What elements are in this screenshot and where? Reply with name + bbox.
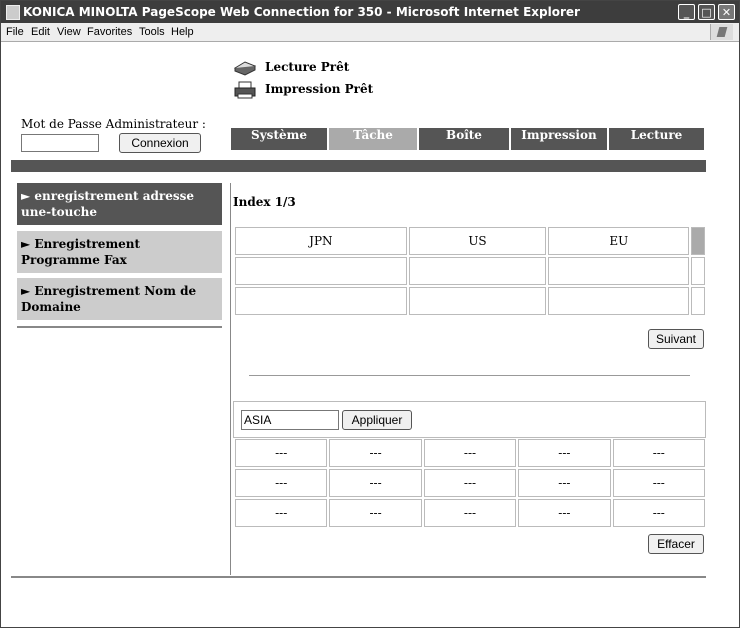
next-button[interactable]: Suivant xyxy=(648,329,704,349)
entry-cell[interactable]: --- xyxy=(612,469,705,497)
scanner-icon xyxy=(233,61,257,76)
menu-tools[interactable]: Tools xyxy=(139,26,165,38)
region-cell[interactable] xyxy=(235,287,407,315)
entry-cell[interactable]: --- xyxy=(423,439,517,467)
printer-icon xyxy=(234,81,256,99)
clear-button[interactable]: Effacer xyxy=(648,534,704,554)
entry-cell[interactable]: --- xyxy=(518,499,611,527)
windows-logo-icon xyxy=(710,24,733,40)
sidebar-underline xyxy=(17,326,222,328)
menu-help[interactable]: Help xyxy=(171,26,194,38)
menu-favorites[interactable]: Favorites xyxy=(87,26,132,38)
content-divider xyxy=(230,183,231,575)
section-separator xyxy=(249,375,690,376)
window-title: KONICA MINOLTA PageScope Web Connection … xyxy=(23,5,580,19)
sidebar-item-one-touch[interactable]: ► enregistrement adresse une-touche xyxy=(17,183,222,225)
region-cell-selected[interactable] xyxy=(691,227,705,255)
index-label: Index 1/3 xyxy=(233,195,296,209)
tab-impression[interactable]: Impression xyxy=(511,128,607,150)
menu-view[interactable]: View xyxy=(57,26,81,38)
entry-cell[interactable]: --- xyxy=(518,439,611,467)
entry-cell[interactable]: --- xyxy=(329,499,422,527)
entry-cell[interactable]: --- xyxy=(518,469,611,497)
entry-cell[interactable]: --- xyxy=(235,469,328,497)
region-cell[interactable]: EU xyxy=(548,227,690,255)
scan-status: Lecture Prêt xyxy=(265,60,350,74)
ie-app-icon xyxy=(6,5,20,20)
entry-cell[interactable]: --- xyxy=(235,439,328,467)
table-row: JPN US EU xyxy=(235,227,705,255)
entry-grid: --- --- --- --- --- --- --- --- --- --- … xyxy=(233,437,707,529)
tab-systeme[interactable]: Système xyxy=(231,128,327,150)
tab-tache[interactable]: Tâche xyxy=(329,128,417,150)
entry-cell[interactable]: --- xyxy=(612,439,705,467)
region-cell[interactable] xyxy=(235,257,407,285)
table-row: --- --- --- --- --- xyxy=(235,439,705,467)
login-button[interactable]: Connexion xyxy=(119,133,201,153)
menu-bar: File Edit View Favorites Tools Help xyxy=(1,23,739,42)
entry-cell[interactable]: --- xyxy=(329,469,422,497)
admin-password-label: Mot de Passe Administrateur : xyxy=(21,117,206,131)
menu-file[interactable]: File xyxy=(6,26,24,38)
table-row: --- --- --- --- --- xyxy=(235,469,705,497)
header-divider xyxy=(11,160,706,172)
sidebar-item-domain-name[interactable]: ► Enregistrement Nom de Domaine xyxy=(17,278,222,320)
table-row xyxy=(235,287,705,315)
sidebar-item-fax-program[interactable]: ► Enregistrement Programme Fax xyxy=(17,231,222,273)
tab-lecture[interactable]: Lecture xyxy=(609,128,704,150)
region-grid: JPN US EU xyxy=(233,225,707,317)
region-cell[interactable] xyxy=(691,257,705,285)
table-row: --- --- --- --- --- xyxy=(235,499,705,527)
print-status: Impression Prêt xyxy=(265,82,374,96)
apply-button[interactable]: Appliquer xyxy=(342,410,412,430)
entry-cell[interactable]: --- xyxy=(612,499,705,527)
region-cell[interactable] xyxy=(408,257,547,285)
entry-cell[interactable]: --- xyxy=(235,499,328,527)
page-content: Lecture Prêt Impression Prêt Mot de Pass… xyxy=(1,42,739,627)
browser-window: KONICA MINOLTA PageScope Web Connection … xyxy=(0,0,740,628)
region-cell[interactable] xyxy=(548,287,690,315)
menu-edit[interactable]: Edit xyxy=(31,26,50,38)
region-cell[interactable] xyxy=(408,287,547,315)
footer-divider xyxy=(11,576,706,578)
region-cell[interactable]: JPN xyxy=(235,227,407,255)
tab-boite[interactable]: Boîte xyxy=(419,128,509,150)
title-bar: KONICA MINOLTA PageScope Web Connection … xyxy=(1,1,739,23)
entry-cell[interactable]: --- xyxy=(423,469,517,497)
region-cell[interactable] xyxy=(691,287,705,315)
region-cell[interactable]: US xyxy=(408,227,547,255)
close-button[interactable]: ✕ xyxy=(718,4,735,20)
maximize-button[interactable]: □ xyxy=(698,4,715,20)
minimize-button[interactable]: _ xyxy=(678,4,695,20)
region-name-input[interactable] xyxy=(241,410,339,430)
entry-cell[interactable]: --- xyxy=(329,439,422,467)
entry-cell[interactable]: --- xyxy=(423,499,517,527)
table-row xyxy=(235,257,705,285)
region-cell[interactable] xyxy=(548,257,690,285)
admin-password-input[interactable] xyxy=(21,134,99,152)
